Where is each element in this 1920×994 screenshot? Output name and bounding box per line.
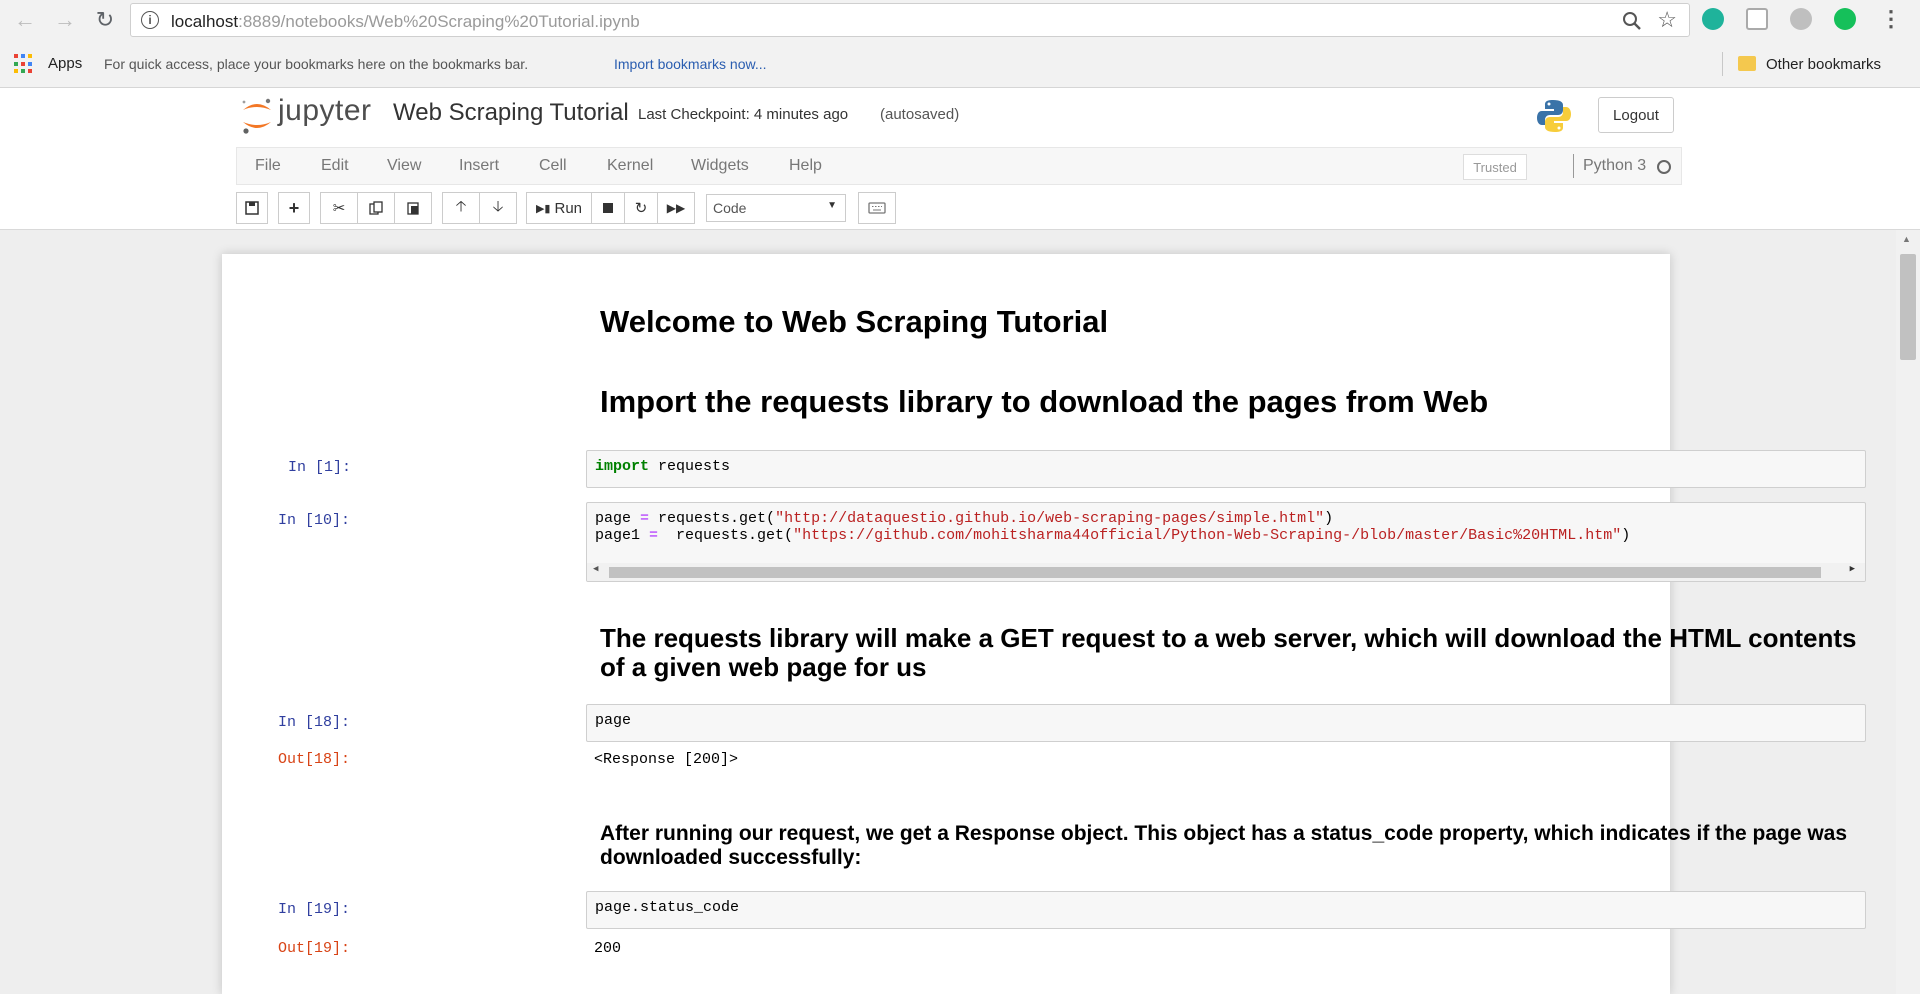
code-keyword: import — [595, 458, 650, 475]
logout-button[interactable]: Logout — [1598, 97, 1674, 133]
cell-type-value: Code — [713, 200, 747, 216]
code-string: "https://github.com/mohitsharma44officia… — [793, 527, 1622, 544]
cell-19-output: 200 — [594, 940, 622, 957]
url-text[interactable]: localhost:8889/notebooks/Web%20Scraping%… — [171, 12, 640, 32]
trusted-indicator[interactable]: Trusted — [1463, 154, 1527, 180]
kernel-separator — [1573, 154, 1574, 178]
jupyter-header: jupyter Web Scraping Tutorial Last Check… — [0, 88, 1920, 230]
forward-arrow-icon[interactable]: → — [52, 7, 78, 33]
browser-menu-icon[interactable]: ⋮ — [1880, 6, 1902, 32]
apps-grid-icon[interactable] — [14, 54, 34, 74]
code-cell-19[interactable]: page.status_code — [586, 891, 1866, 929]
scroll-up-arrow-icon[interactable]: ▲ — [1902, 234, 1911, 244]
code-text: requests — [649, 458, 731, 475]
menu-kernel[interactable]: Kernel — [607, 157, 653, 175]
heading-import: Import the requests library to download … — [600, 384, 1489, 419]
code-line-1: page = requests.get("http://dataquestio.… — [595, 510, 1333, 527]
code-string: "http://dataquestio.github.io/web-scrapi… — [775, 510, 1325, 527]
code-text: ) — [1621, 527, 1631, 544]
menu-cell[interactable]: Cell — [539, 157, 567, 175]
jupyter-wordmark[interactable]: jupyter — [278, 94, 372, 128]
url-path: :8889/notebooks/Web%20Scraping%20Tutoria… — [238, 12, 640, 31]
menu-view[interactable]: View — [387, 157, 421, 175]
bookmark-star-icon[interactable]: ☆ — [1657, 7, 1677, 33]
apps-link[interactable]: Apps — [48, 55, 82, 72]
browser-chrome: ← → ↻ i localhost:8889/notebooks/Web%20S… — [0, 0, 1920, 88]
code-operator: = — [640, 510, 650, 527]
url-host: localhost — [171, 12, 239, 31]
autosave-status: (autosaved) — [880, 106, 960, 123]
code-text: ) — [1324, 510, 1334, 527]
copy-icon[interactable] — [357, 192, 395, 224]
kernel-idle-icon — [1657, 160, 1671, 174]
other-bookmarks-button[interactable]: Other bookmarks — [1766, 56, 1881, 73]
page-scrollbar-thumb[interactable] — [1900, 254, 1916, 360]
back-arrow-icon[interactable]: ← — [12, 7, 38, 33]
code-cell-1[interactable]: import requests — [586, 450, 1866, 488]
code-text: page1 — [595, 527, 650, 544]
menu-edit[interactable]: Edit — [321, 157, 349, 175]
jupyter-logo-icon[interactable] — [240, 96, 274, 136]
folder-icon — [1738, 56, 1756, 71]
python-logo-icon — [1537, 100, 1571, 132]
move-down-icon[interactable]: 🡣 — [479, 192, 517, 224]
markdown-requests-text: The requests library will make a GET req… — [600, 623, 1857, 683]
bookmarks-separator — [1722, 52, 1723, 76]
cell-18-out-prompt: Out[18]: — [278, 751, 351, 768]
horizontal-scrollbar-thumb[interactable] — [609, 567, 1821, 578]
run-label: Run — [554, 199, 583, 217]
move-up-icon[interactable]: 🡡 — [442, 192, 480, 224]
run-icon: ▶▮ — [535, 202, 551, 215]
run-button[interactable]: ▶▮ Run — [526, 192, 592, 224]
heading-welcome: Welcome to Web Scraping Tutorial — [600, 304, 1109, 339]
code-text: page — [595, 510, 641, 527]
code-line-2: page1 = requests.get("https://github.com… — [595, 527, 1630, 544]
kernel-name[interactable]: Python 3 — [1583, 157, 1646, 175]
notebook-menubar: File Edit View Insert Cell Kernel Widget… — [236, 147, 1682, 185]
menu-help[interactable]: Help — [789, 157, 822, 175]
extension-m-icon[interactable] — [1702, 8, 1724, 30]
checkpoint-status: Last Checkpoint: 4 minutes ago — [638, 106, 849, 123]
code-text: requests.get( — [658, 527, 794, 544]
cell-1-in-prompt: In [1]: — [288, 459, 352, 476]
menu-insert[interactable]: Insert — [459, 157, 499, 175]
cell-10-in-prompt: In [10]: — [278, 512, 351, 529]
menu-widgets[interactable]: Widgets — [691, 157, 749, 175]
chevron-down-icon: ▼ — [827, 200, 837, 211]
paste-icon[interactable] — [394, 192, 432, 224]
site-info-icon[interactable]: i — [141, 11, 159, 29]
code-operator: = — [649, 527, 659, 544]
cell-type-select[interactable]: Code ▼ — [706, 194, 846, 222]
scroll-right-arrow-icon[interactable]: ▶ — [1850, 564, 1855, 574]
reload-icon[interactable]: ↻ — [92, 7, 118, 33]
notebook-title[interactable]: Web Scraping Tutorial — [393, 99, 629, 127]
cell-18-in-prompt: In [18]: — [278, 714, 351, 731]
cell-18-output: <Response [200]> — [594, 751, 739, 768]
code-cell-horizontal-scrollbar[interactable]: ◀ ▶ — [587, 563, 1865, 581]
notebook-container: Welcome to Web Scraping Tutorial Import … — [222, 254, 1866, 994]
markdown-response-text: After running our request, we get a Resp… — [600, 822, 1848, 869]
fast-forward-icon[interactable]: ▶▶ — [657, 192, 695, 224]
cut-icon[interactable]: ✂ — [320, 192, 358, 224]
extension-grammarly-icon[interactable] — [1834, 8, 1856, 30]
code-cell-18[interactable]: page — [586, 704, 1866, 742]
scroll-left-arrow-icon[interactable]: ◀ — [593, 564, 598, 574]
extension-cloud-icon[interactable] — [1790, 8, 1812, 30]
restart-icon[interactable]: ↻ — [624, 192, 658, 224]
cell-19-out-prompt: Out[19]: — [278, 940, 351, 957]
bookmarks-hint: For quick access, place your bookmarks h… — [104, 56, 529, 72]
code-cell-10[interactable]: page = requests.get("http://dataquestio.… — [586, 502, 1866, 582]
keyboard-icon[interactable] — [858, 192, 896, 224]
bookmarks-bar: Apps For quick access, place your bookma… — [0, 48, 1920, 80]
import-bookmarks-link[interactable]: Import bookmarks now... — [614, 56, 767, 72]
extension-inbox-icon[interactable] — [1746, 8, 1768, 30]
cell-19-in-prompt: In [19]: — [278, 901, 351, 918]
zoom-icon[interactable] — [1621, 10, 1643, 32]
insert-cell-icon[interactable]: + — [278, 192, 310, 224]
code-text: requests.get( — [649, 510, 776, 527]
stop-icon[interactable] — [591, 192, 625, 224]
save-icon[interactable] — [236, 192, 268, 224]
menu-file[interactable]: File — [255, 157, 281, 175]
address-bar[interactable]: i localhost:8889/notebooks/Web%20Scrapin… — [130, 3, 1690, 37]
